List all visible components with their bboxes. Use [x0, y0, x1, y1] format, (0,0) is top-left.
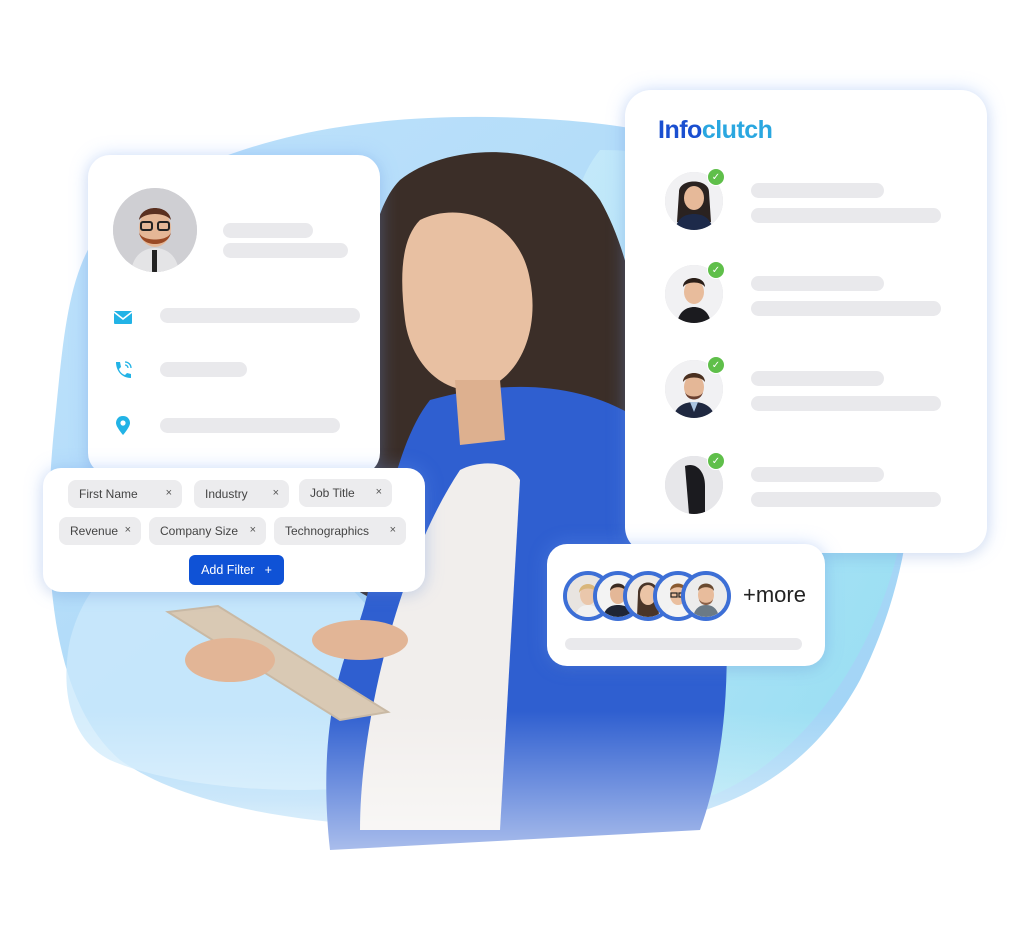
filter-chip-technographics[interactable]: Technographics ×	[274, 517, 406, 545]
email-placeholder	[160, 308, 360, 323]
contact-detail-placeholder	[751, 301, 941, 316]
plus-icon: +	[264, 563, 272, 577]
verified-check-icon: ✓	[707, 452, 725, 470]
profile-card	[88, 155, 380, 475]
chip-label: Industry	[205, 487, 248, 501]
remove-chip-icon[interactable]: ×	[125, 524, 131, 536]
profile-avatar	[113, 188, 197, 272]
contact-name-placeholder	[751, 183, 884, 198]
filter-chip-job-title[interactable]: Job Title ×	[299, 479, 392, 507]
verified-check-icon: ✓	[707, 356, 725, 374]
contact-detail-placeholder	[751, 396, 941, 411]
phone-icon	[112, 359, 134, 381]
add-filter-label: Add Filter	[201, 563, 255, 577]
remove-chip-icon[interactable]: ×	[376, 486, 382, 498]
contact-row[interactable]: ✓	[665, 168, 955, 234]
contact-name-placeholder	[751, 467, 884, 482]
chip-label: Technographics	[285, 524, 370, 538]
chip-label: Job Title	[310, 486, 355, 500]
infoclutch-logo: Infoclutch	[658, 116, 773, 144]
filter-chip-revenue[interactable]: Revenue ×	[59, 517, 141, 545]
address-placeholder	[160, 418, 340, 433]
contact-detail-placeholder	[751, 492, 941, 507]
more-label[interactable]: +more	[743, 582, 806, 608]
verified-check-icon: ✓	[707, 261, 725, 279]
group-placeholder	[565, 638, 802, 650]
location-pin-icon	[112, 414, 134, 436]
chip-label: First Name	[79, 487, 138, 501]
infoclutch-contacts-card: Infoclutch ✓ ✓ ✓ ✓	[625, 90, 987, 553]
name-placeholder	[223, 223, 313, 238]
filter-chip-first-name[interactable]: First Name ×	[68, 480, 182, 508]
remove-chip-icon[interactable]: ×	[390, 524, 396, 536]
contact-name-placeholder	[751, 371, 884, 386]
phone-placeholder	[160, 362, 247, 377]
contact-row[interactable]: ✓	[665, 261, 955, 327]
chip-label: Company Size	[160, 524, 239, 538]
filter-chip-company-size[interactable]: Company Size ×	[149, 517, 266, 545]
contact-row[interactable]: ✓	[665, 452, 955, 518]
group-avatar	[681, 571, 731, 621]
title-placeholder	[223, 243, 348, 258]
remove-chip-icon[interactable]: ×	[273, 487, 279, 499]
remove-chip-icon[interactable]: ×	[166, 487, 172, 499]
filter-chip-industry[interactable]: Industry ×	[194, 480, 289, 508]
contact-name-placeholder	[751, 276, 884, 291]
envelope-icon	[112, 306, 134, 328]
chip-label: Revenue	[70, 524, 119, 538]
filter-card: First Name × Industry × Job Title × Reve…	[43, 468, 425, 592]
verified-check-icon: ✓	[707, 168, 725, 186]
contact-row[interactable]: ✓	[665, 356, 955, 422]
contact-detail-placeholder	[751, 208, 941, 223]
add-filter-button[interactable]: Add Filter +	[189, 555, 284, 585]
remove-chip-icon[interactable]: ×	[250, 524, 256, 536]
more-contacts-card: +more	[547, 544, 825, 666]
